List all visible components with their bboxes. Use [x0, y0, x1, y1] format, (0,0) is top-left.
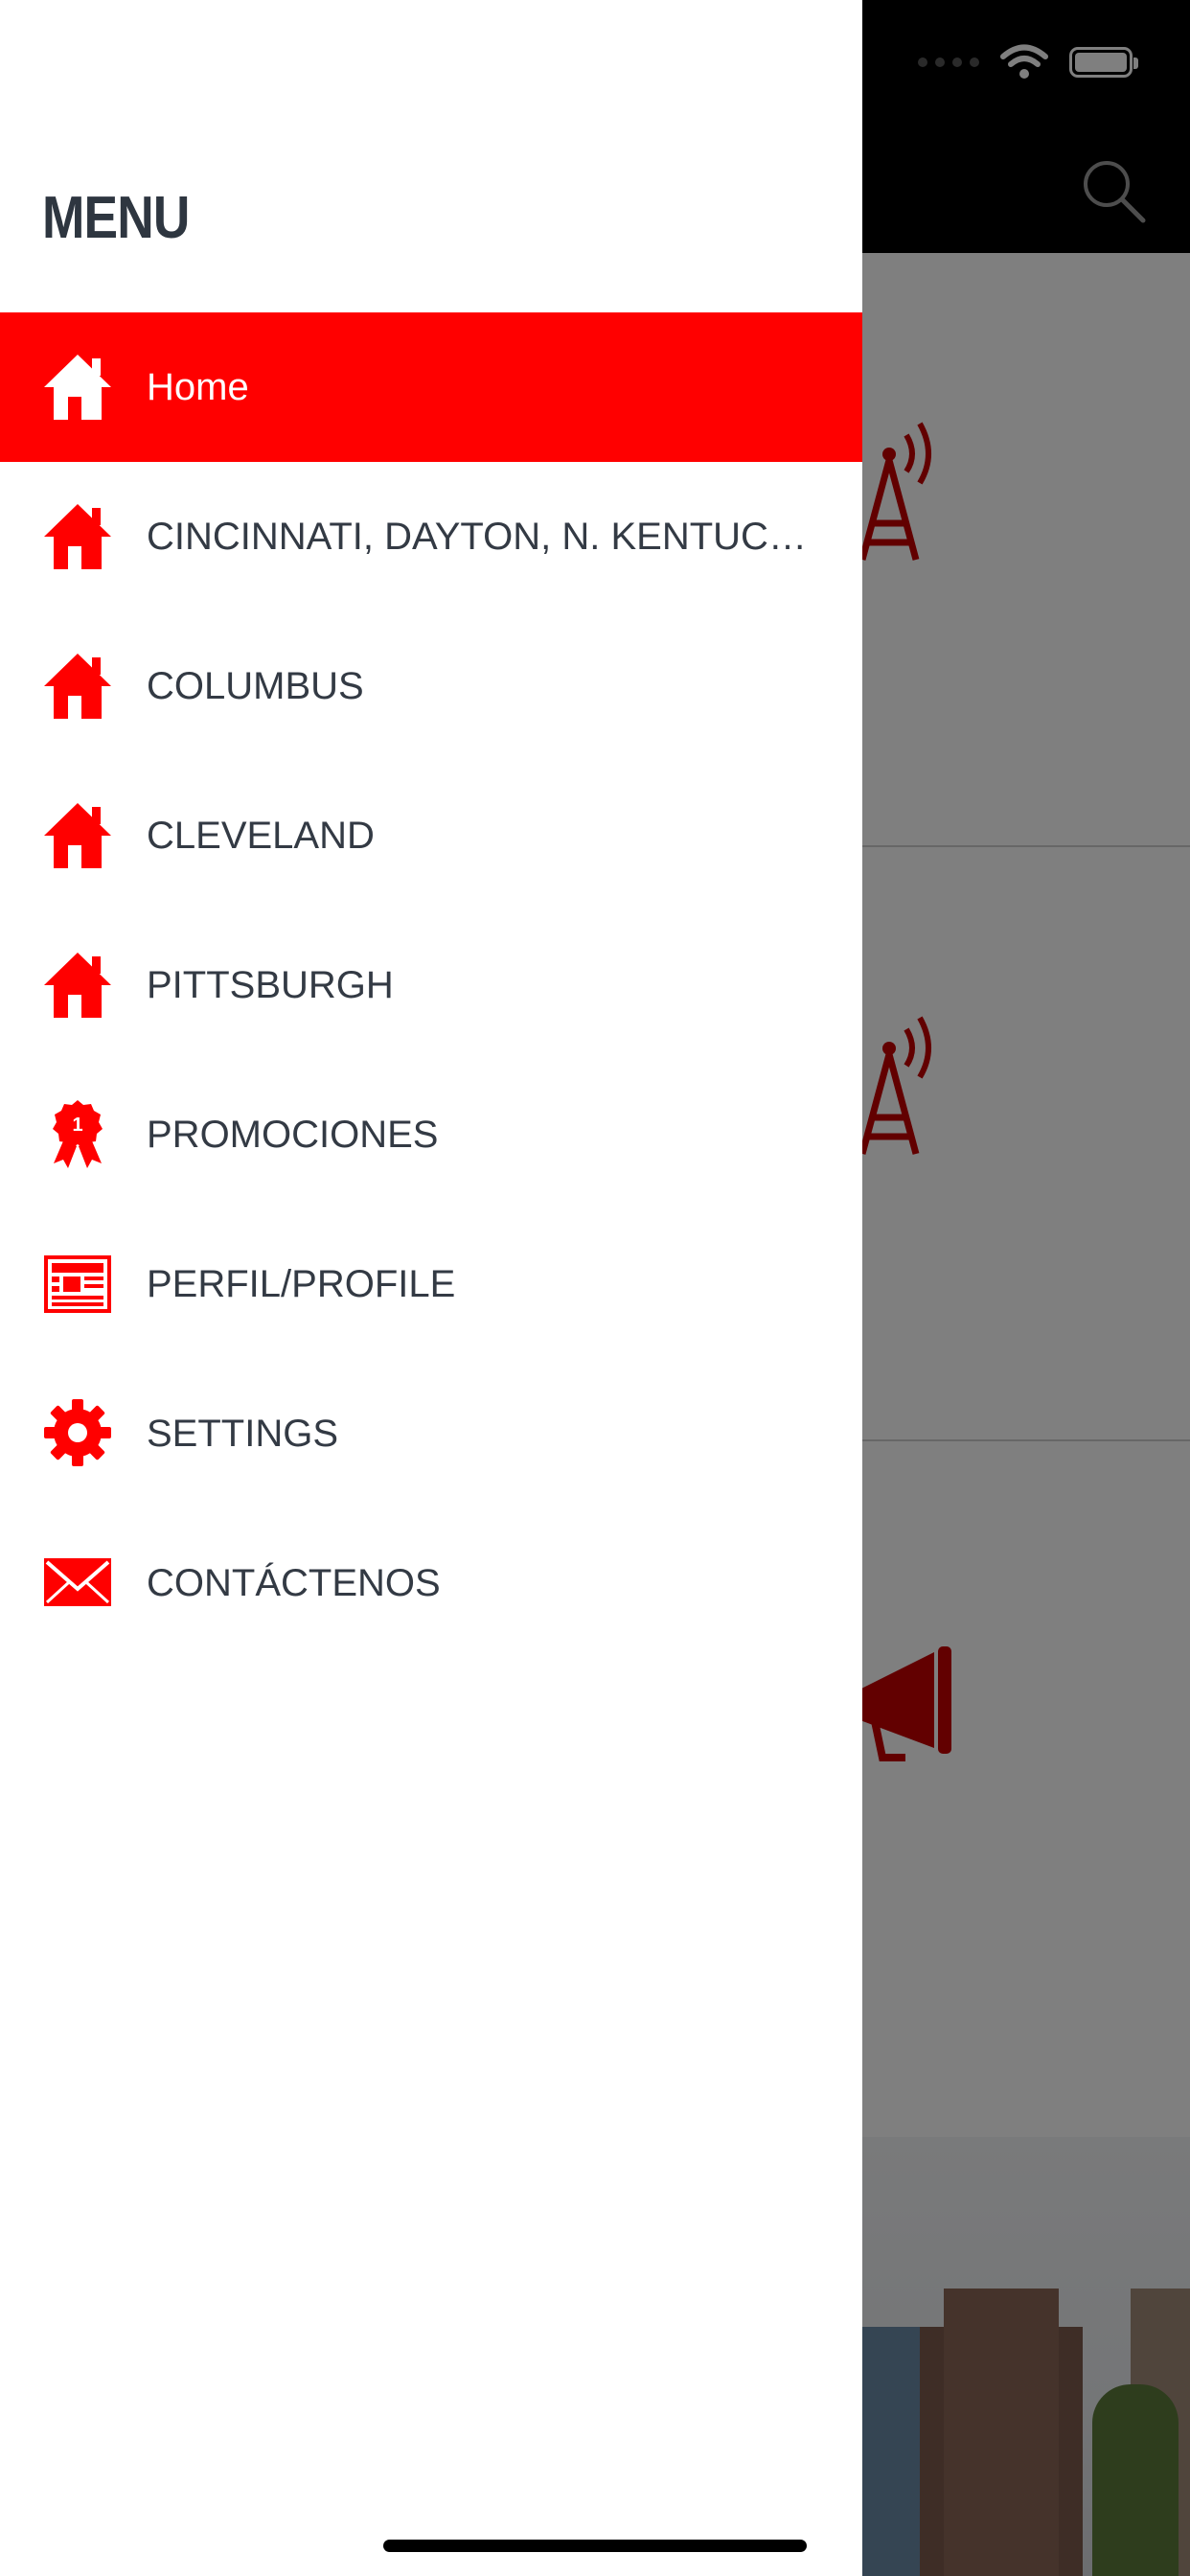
- menu-item-label: CLEVELAND: [147, 815, 375, 857]
- menu-list: Home CINCINNATI, DAYTON, N. KENTUCKY COL…: [0, 312, 862, 1658]
- menu-item-pittsburgh[interactable]: PITTSBURGH: [0, 910, 862, 1060]
- home-icon: [44, 654, 111, 719]
- menu-item-label: COLUMBUS: [147, 665, 364, 707]
- menu-item-label: SETTINGS: [147, 1413, 339, 1455]
- home-icon: [44, 953, 111, 1018]
- menu-item-cincinnati[interactable]: CINCINNATI, DAYTON, N. KENTUCKY: [0, 462, 862, 611]
- menu-item-contactenos[interactable]: CONTÁCTENOS: [0, 1508, 862, 1658]
- menu-item-label: PITTSBURGH: [147, 964, 394, 1006]
- gear-icon: [44, 1399, 111, 1466]
- menu-item-columbus[interactable]: COLUMBUS: [0, 611, 862, 761]
- navigation-drawer: MENU Home CINCINNATI, DAYTON, N. KENTUCK…: [0, 0, 862, 2576]
- home-icon: [44, 504, 111, 569]
- svg-text:1: 1: [72, 1115, 82, 1136]
- menu-item-settings[interactable]: SETTINGS: [0, 1359, 862, 1508]
- menu-item-label: CONTÁCTENOS: [147, 1562, 441, 1604]
- home-icon: [44, 355, 111, 420]
- menu-item-label: CINCINNATI, DAYTON, N. KENTUCKY: [147, 516, 817, 558]
- menu-item-home[interactable]: Home: [0, 312, 862, 462]
- menu-title: MENU: [42, 185, 190, 251]
- menu-item-label: PROMOCIONES: [147, 1114, 439, 1156]
- award-ribbon-icon: 1: [53, 1100, 103, 1168]
- envelope-icon: [44, 1558, 111, 1606]
- menu-item-perfil[interactable]: PERFIL/PROFILE: [0, 1209, 862, 1359]
- menu-item-cleveland[interactable]: CLEVELAND: [0, 761, 862, 910]
- menu-item-label: Home: [147, 366, 249, 408]
- home-indicator[interactable]: [383, 2540, 807, 2552]
- menu-item-label: PERFIL/PROFILE: [147, 1263, 456, 1305]
- home-icon: [44, 803, 111, 868]
- menu-item-promociones[interactable]: 1 PROMOCIONES: [0, 1060, 862, 1209]
- newspaper-icon: [44, 1255, 111, 1313]
